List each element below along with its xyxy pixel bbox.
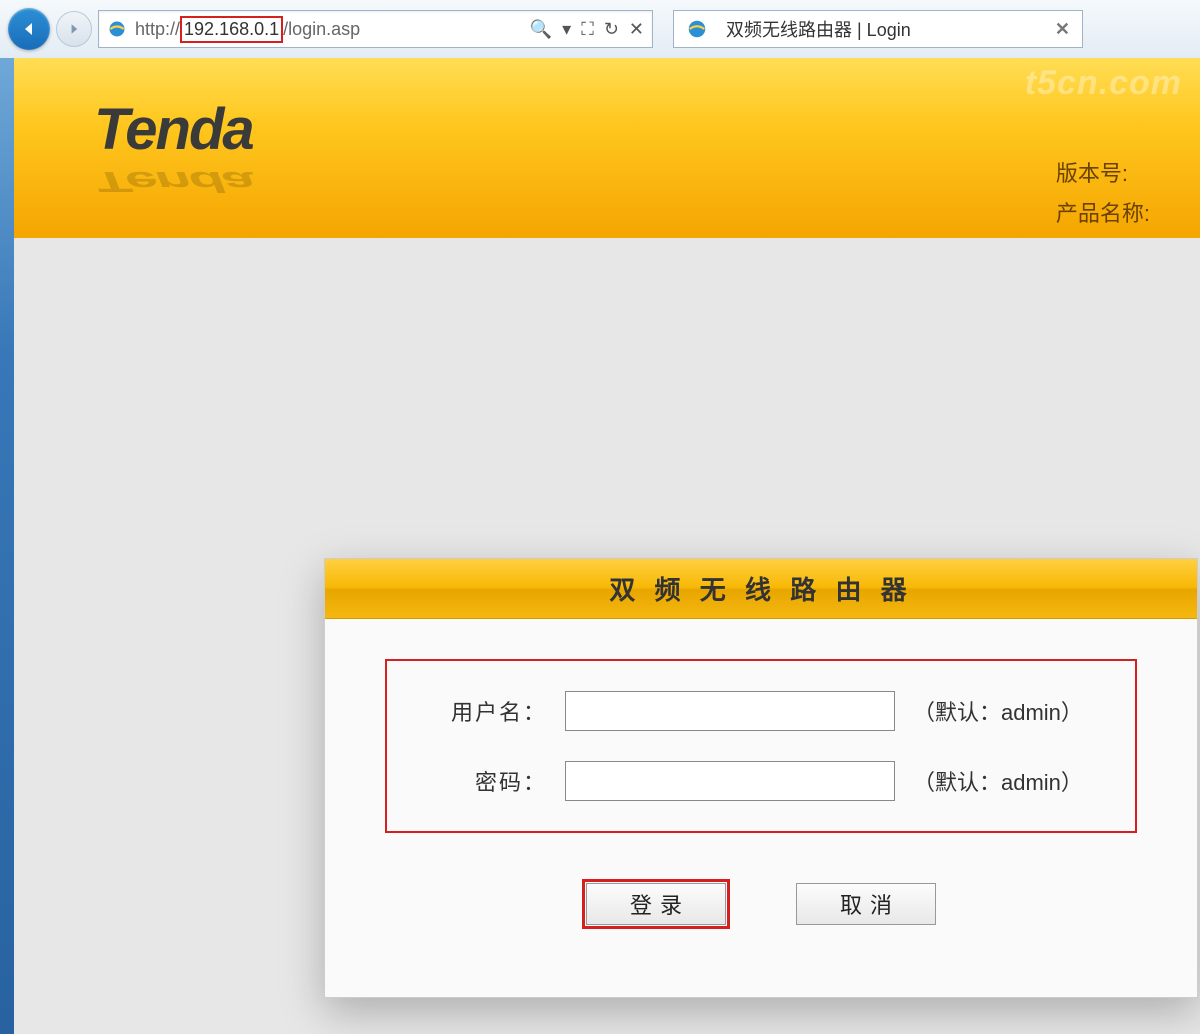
watermark: t5cn.com [1025,64,1182,103]
username-input[interactable] [565,691,895,731]
cancel-button[interactable]: 取消 [796,883,936,925]
page-content: t5cn.com Tenda 版本号: 产品名称: 双 频 无 线 路 由 器 … [14,58,1200,1034]
password-input[interactable] [565,761,895,801]
password-row: 密码： （默认：admin） [427,761,1095,801]
url-suffix: /login.asp [283,19,360,40]
arrow-left-icon [19,19,39,39]
password-label: 密码： [427,765,547,797]
tenda-logo: Tenda [94,96,253,163]
url-text: http:// 192.168.0.1 /login.asp [135,16,360,43]
address-controls: 🔍 ▾ ⛶ ↻ ✕ [530,19,644,40]
product-label: 产品名称: [1056,194,1150,234]
browser-chrome: http:// 192.168.0.1 /login.asp 🔍 ▾ ⛶ ↻ ✕… [0,0,1200,58]
page-wrapper: t5cn.com Tenda 版本号: 产品名称: 双 频 无 线 路 由 器 … [0,58,1200,1034]
banner: t5cn.com Tenda 版本号: 产品名称: [14,58,1200,238]
login-form-box: 用户名： （默认：admin） 密码： （默认：admin） [385,659,1137,833]
url-ip-highlight: 192.168.0.1 [180,16,283,43]
ie-icon [107,19,127,39]
browser-tab[interactable]: 双频无线路由器 | Login ✕ [673,10,1083,48]
forward-button[interactable] [56,11,92,47]
arrow-right-icon [66,21,82,37]
version-label: 版本号: [1056,154,1150,194]
search-icon[interactable]: 🔍 [530,19,552,40]
username-row: 用户名： （默认：admin） [427,691,1095,731]
tab-close-button[interactable]: ✕ [1055,19,1070,40]
ie-icon [686,18,708,40]
tab-title: 双频无线路由器 | Login [726,16,911,42]
username-label: 用户名： [427,695,547,727]
dropdown-icon[interactable]: ▾ [562,19,571,40]
login-button[interactable]: 登录 [586,883,726,925]
back-button[interactable] [8,8,50,50]
password-hint: （默认：admin） [913,765,1083,797]
username-hint: （默认：admin） [913,695,1083,727]
button-row: 登录 取消 [325,863,1197,965]
refresh-icon[interactable]: ↻ [604,19,619,40]
stop-icon[interactable]: ✕ [629,19,644,40]
compat-view-icon[interactable]: ⛶ [581,19,594,40]
url-prefix: http:// [135,19,180,40]
address-bar[interactable]: http:// 192.168.0.1 /login.asp 🔍 ▾ ⛶ ↻ ✕ [98,10,653,48]
desktop-gutter [0,58,14,1034]
banner-info: 版本号: 产品名称: [1056,154,1150,233]
login-title: 双 频 无 线 路 由 器 [325,559,1197,619]
login-card: 双 频 无 线 路 由 器 用户名： （默认：admin） 密码： （默认：ad… [324,558,1198,998]
